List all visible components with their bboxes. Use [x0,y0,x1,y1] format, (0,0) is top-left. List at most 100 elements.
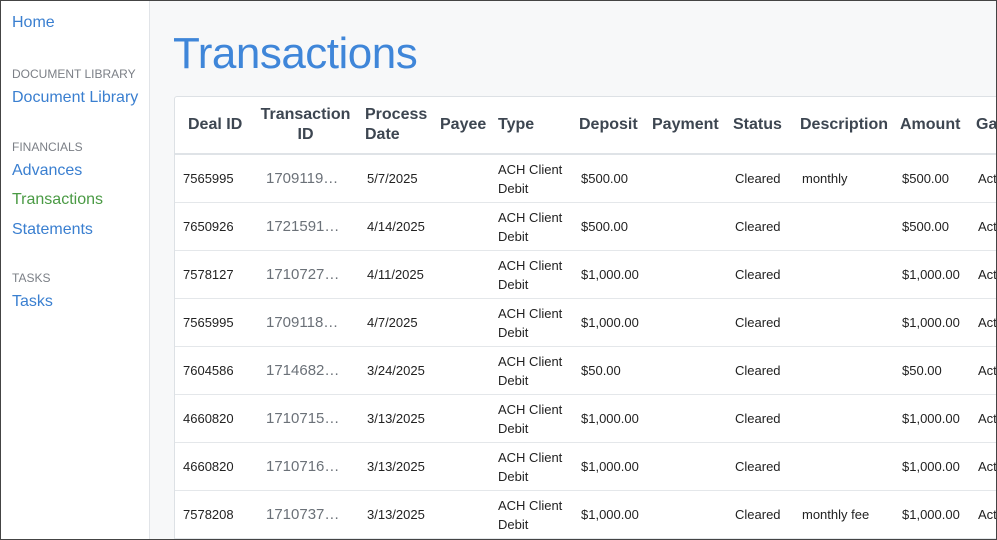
page-title: Transactions [173,29,418,78]
column-header-status[interactable]: Status [727,97,794,155]
cell-deal-id: 7565995 [175,154,252,203]
cell-description [794,442,894,491]
sidebar-section-financials: FINANCIALS [12,140,83,154]
cell-type: ACH Client Debit [492,202,573,251]
table-row[interactable]: 4660820 1710715… 3/13/2025 ACH Client De… [175,394,996,443]
cell-status: Cleared [727,394,794,443]
sidebar-item-advances[interactable]: Advances [12,162,82,180]
cell-ga: Act [970,394,996,443]
cell-transaction-id[interactable]: 1714682… [252,346,359,395]
cell-transaction-id[interactable]: 1709118… [252,298,359,347]
transactions-table: Deal ID Transaction ID Process Date Paye… [175,97,996,539]
cell-status: Cleared [727,154,794,203]
cell-status: Cleared [727,442,794,491]
cell-process-date: 5/7/2025 [359,154,434,203]
cell-transaction-id[interactable]: 1710715… [252,394,359,443]
column-header-type[interactable]: Type [492,97,573,155]
cell-ga: Act [970,154,996,203]
cell-transaction-id[interactable]: 1710727… [252,250,359,299]
table-header-row: Deal ID Transaction ID Process Date Paye… [175,97,996,155]
cell-payee [434,442,492,491]
column-header-ga[interactable]: Ga [970,97,996,155]
sidebar-item-transactions[interactable]: Transactions [12,191,103,209]
cell-transaction-id[interactable]: 1709119… [252,154,359,203]
cell-deal-id: 7604586 [175,346,252,395]
cell-status: Cleared [727,202,794,251]
cell-deposit: $50.00 [573,346,646,395]
column-header-payment[interactable]: Payment [646,97,727,155]
cell-deal-id: 7650926 [175,202,252,251]
column-header-payee[interactable]: Payee [434,97,492,155]
cell-amount: $500.00 [894,202,970,251]
table-row[interactable]: 7565995 1709119… 5/7/2025 ACH Client Deb… [175,154,996,203]
cell-type: ACH Client Debit [492,154,573,203]
table-row[interactable]: 7565995 1709118… 4/7/2025 ACH Client Deb… [175,298,996,347]
table-row[interactable]: 7578127 1710727… 4/11/2025 ACH Client De… [175,250,996,299]
cell-process-date: 3/13/2025 [359,442,434,491]
cell-payee [434,394,492,443]
cell-transaction-id[interactable]: 1710716… [252,442,359,491]
cell-amount: $50.00 [894,346,970,395]
column-header-process-date[interactable]: Process Date [359,97,434,155]
sidebar-item-document-library[interactable]: Document Library [12,89,138,107]
cell-deposit: $1,000.00 [573,442,646,491]
cell-deposit: $1,000.00 [573,394,646,443]
cell-description [794,250,894,299]
table-row[interactable]: 7578208 1710737… 3/13/2025 ACH Client De… [175,490,996,539]
cell-ga: Act [970,442,996,491]
cell-payment [646,298,727,347]
cell-deposit: $500.00 [573,202,646,251]
cell-description: monthly fee [794,490,894,539]
table-row[interactable]: 7650926 1721591… 4/14/2025 ACH Client De… [175,202,996,251]
cell-process-date: 3/24/2025 [359,346,434,395]
cell-ga: Act [970,346,996,395]
cell-payment [646,154,727,203]
cell-ga: Act [970,202,996,251]
cell-type: ACH Client Debit [492,394,573,443]
cell-payment [646,490,727,539]
cell-deal-id: 4660820 [175,442,252,491]
cell-type: ACH Client Debit [492,442,573,491]
cell-amount: $1,000.00 [894,490,970,539]
sidebar-item-statements[interactable]: Statements [12,221,93,239]
column-header-deposit[interactable]: Deposit [573,97,646,155]
cell-transaction-id[interactable]: 1710737… [252,490,359,539]
table-row[interactable]: 4660820 1710716… 3/13/2025 ACH Client De… [175,442,996,491]
cell-status: Cleared [727,346,794,395]
cell-status: Cleared [727,298,794,347]
column-header-description[interactable]: Description [794,97,894,155]
sidebar-item-home[interactable]: Home [12,14,55,32]
cell-payee [434,202,492,251]
column-header-transaction-id[interactable]: Transaction ID [252,97,359,155]
cell-amount: $500.00 [894,154,970,203]
cell-payee [434,154,492,203]
cell-deposit: $1,000.00 [573,250,646,299]
sidebar-section-document-library: DOCUMENT LIBRARY [12,67,136,81]
cell-description [794,298,894,347]
cell-payment [646,394,727,443]
cell-type: ACH Client Debit [492,346,573,395]
cell-deal-id: 7565995 [175,298,252,347]
sidebar: Home DOCUMENT LIBRARY Document Library F… [1,1,150,539]
cell-process-date: 4/11/2025 [359,250,434,299]
cell-description [794,346,894,395]
cell-payee [434,346,492,395]
app-frame: Home DOCUMENT LIBRARY Document Library F… [0,0,997,540]
cell-deal-id: 7578208 [175,490,252,539]
column-header-amount[interactable]: Amount [894,97,970,155]
cell-transaction-id[interactable]: 1721591… [252,202,359,251]
cell-payment [646,346,727,395]
cell-amount: $1,000.00 [894,298,970,347]
cell-amount: $1,000.00 [894,394,970,443]
cell-deal-id: 7578127 [175,250,252,299]
column-header-deal-id[interactable]: Deal ID [175,97,252,155]
cell-process-date: 4/14/2025 [359,202,434,251]
cell-ga: Act [970,250,996,299]
sidebar-item-tasks[interactable]: Tasks [12,293,53,311]
table-row[interactable]: 7604586 1714682… 3/24/2025 ACH Client De… [175,346,996,395]
cell-process-date: 4/7/2025 [359,298,434,347]
cell-deposit: $1,000.00 [573,298,646,347]
transactions-table-card: Deal ID Transaction ID Process Date Paye… [174,96,996,539]
cell-type: ACH Client Debit [492,490,573,539]
cell-amount: $1,000.00 [894,442,970,491]
